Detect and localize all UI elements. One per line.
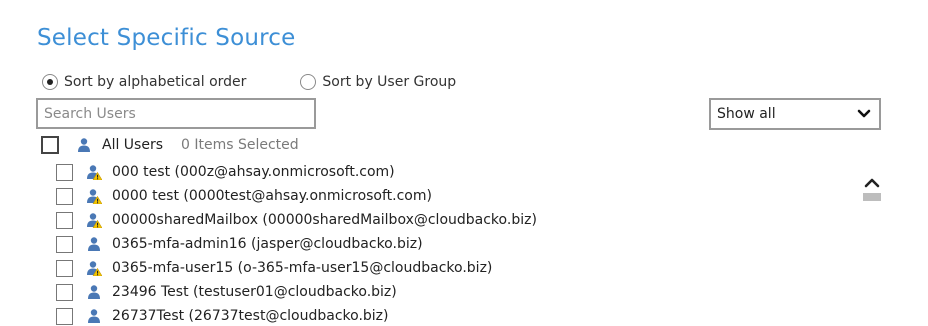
scroll-to-top-icon[interactable] (862, 176, 882, 202)
radio-unchecked-icon[interactable] (300, 74, 317, 90)
user-warning-icon (86, 188, 102, 204)
user-row: 0365-mfa-user15 (o-365-mfa-user15@cloudb… (56, 256, 816, 280)
user-checkbox[interactable] (56, 211, 73, 229)
user-checkbox[interactable] (56, 283, 73, 301)
sort-user-group-label: Sort by User Group (322, 74, 457, 90)
user-row: 23496 Test (testuser01@cloudbacko.biz) (56, 280, 816, 304)
user-row: 0000 test (0000test@ahsay.onmicrosoft.co… (56, 184, 816, 208)
user-icon (86, 308, 102, 324)
user-checkbox[interactable] (56, 163, 73, 181)
all-users-row: All Users 0 Items Selected (41, 136, 299, 154)
user-list: 000 test (000z@ahsay.onmicrosoft.com) 000… (56, 160, 816, 326)
sort-user-group-radio[interactable]: Sort by User Group (300, 74, 456, 90)
user-icon (76, 137, 92, 153)
user-checkbox[interactable] (56, 235, 73, 253)
radio-checked-icon[interactable] (42, 74, 58, 90)
user-warning-icon (86, 164, 102, 180)
select-source-page: Select Specific Source Sort by alphabeti… (0, 0, 928, 326)
filter-dropdown-value: Show all (717, 106, 776, 122)
sort-options: Sort by alphabetical order Sort by User … (42, 72, 456, 92)
sort-alphabetical-radio[interactable]: Sort by alphabetical order (42, 74, 246, 90)
user-checkbox[interactable] (56, 259, 73, 277)
chevron-down-icon (857, 109, 871, 118)
user-checkbox[interactable] (56, 307, 73, 325)
user-label: 0000 test (0000test@ahsay.onmicrosoft.co… (112, 188, 432, 204)
user-row: 0365-mfa-admin16 (jasper@cloudbacko.biz) (56, 232, 816, 256)
user-checkbox[interactable] (56, 187, 73, 205)
user-warning-icon (86, 260, 102, 276)
user-label: 000 test (000z@ahsay.onmicrosoft.com) (112, 164, 395, 180)
search-users-input[interactable] (36, 98, 316, 129)
user-label: 0365-mfa-admin16 (jasper@cloudbacko.biz) (112, 236, 423, 252)
user-warning-icon (86, 212, 102, 228)
user-row: 26737Test (26737test@cloudbacko.biz) (56, 304, 816, 326)
user-label: 0365-mfa-user15 (o-365-mfa-user15@cloudb… (112, 260, 493, 276)
user-row: 000 test (000z@ahsay.onmicrosoft.com) (56, 160, 816, 184)
all-users-label: All Users (102, 137, 164, 153)
user-row: 00000sharedMailbox (00000sharedMailbox@c… (56, 208, 816, 232)
filter-dropdown[interactable]: Show all (709, 98, 881, 130)
user-icon (86, 236, 102, 252)
selected-count: 0 Items Selected (181, 137, 299, 153)
user-label: 23496 Test (testuser01@cloudbacko.biz) (112, 284, 397, 300)
page-title: Select Specific Source (37, 25, 296, 51)
user-label: 26737Test (26737test@cloudbacko.biz) (112, 308, 389, 324)
user-label: 00000sharedMailbox (00000sharedMailbox@c… (112, 212, 537, 228)
sort-alphabetical-label: Sort by alphabetical order (64, 74, 247, 90)
user-icon (86, 284, 102, 300)
select-all-checkbox[interactable] (41, 136, 59, 154)
